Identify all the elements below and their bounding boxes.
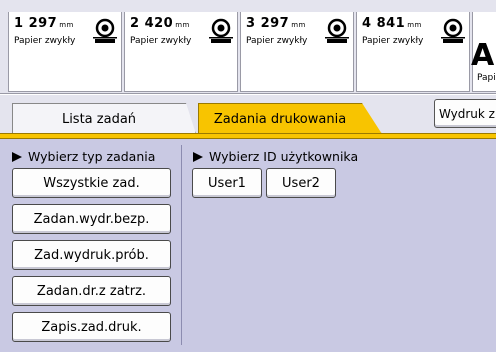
triangle-right-icon <box>12 152 22 162</box>
user-id-heading: Wybierz ID użytkownika <box>193 149 358 164</box>
paper-tray-icon <box>325 18 349 43</box>
tab-label: Zadania drukowania <box>213 111 347 127</box>
job-type-heading: Wybierz typ zadania <box>12 149 155 164</box>
triangle-right-icon <box>193 152 203 162</box>
user-button-user2[interactable]: User2 <box>266 168 336 198</box>
hold-print-jobs-button[interactable]: Zadan.dr.z zatrz. <box>12 276 171 306</box>
locked-print-jobs-button[interactable]: Zadan.wydr.bezp. <box>12 204 171 234</box>
tray-paper-type: Papier zwykły <box>362 36 424 46</box>
print-from-user-button[interactable]: Wydruk z u <box>434 99 496 128</box>
panel-divider <box>181 145 182 345</box>
paper-tray-4: 4 841 mm Papier zwykły <box>356 12 470 92</box>
all-jobs-button[interactable]: Wszystkie zad. <box>12 168 171 198</box>
tray-paper-type: Papier zwykły <box>246 36 308 46</box>
paper-tray-icon <box>441 18 465 43</box>
bypass-tray-paper-type: Papi <box>477 73 496 83</box>
tab-print-jobs[interactable]: Zadania drukowania <box>198 103 382 134</box>
tray-paper-size: 3 297 mm <box>246 16 306 31</box>
tray-paper-size: 2 420 mm <box>130 16 190 31</box>
bypass-tray-paper-letter: A <box>471 38 495 73</box>
tab-job-list[interactable]: Lista zadań <box>12 103 196 134</box>
tray-paper-size: 1 297 mm <box>14 16 74 31</box>
tray-paper-type: Papier zwykły <box>130 36 192 46</box>
tray-paper-type: Papier zwykły <box>14 36 76 46</box>
stored-print-jobs-button[interactable]: Zapis.zad.druk. <box>12 312 171 342</box>
paper-tray-3: 3 297 mm Papier zwykły <box>240 12 354 92</box>
tray-paper-size: 4 841 mm <box>362 16 422 31</box>
tab-label: Lista zadań <box>61 111 137 127</box>
paper-tray-1: 1 297 mm Papier zwykły <box>8 12 122 92</box>
user-button-user1[interactable]: User1 <box>192 168 262 198</box>
paper-tray-icon <box>93 18 117 43</box>
paper-tray-icon <box>209 18 233 43</box>
sample-print-jobs-button[interactable]: Zad.wydruk.prób. <box>12 240 171 270</box>
paper-tray-2: 2 420 mm Papier zwykły <box>124 12 238 92</box>
